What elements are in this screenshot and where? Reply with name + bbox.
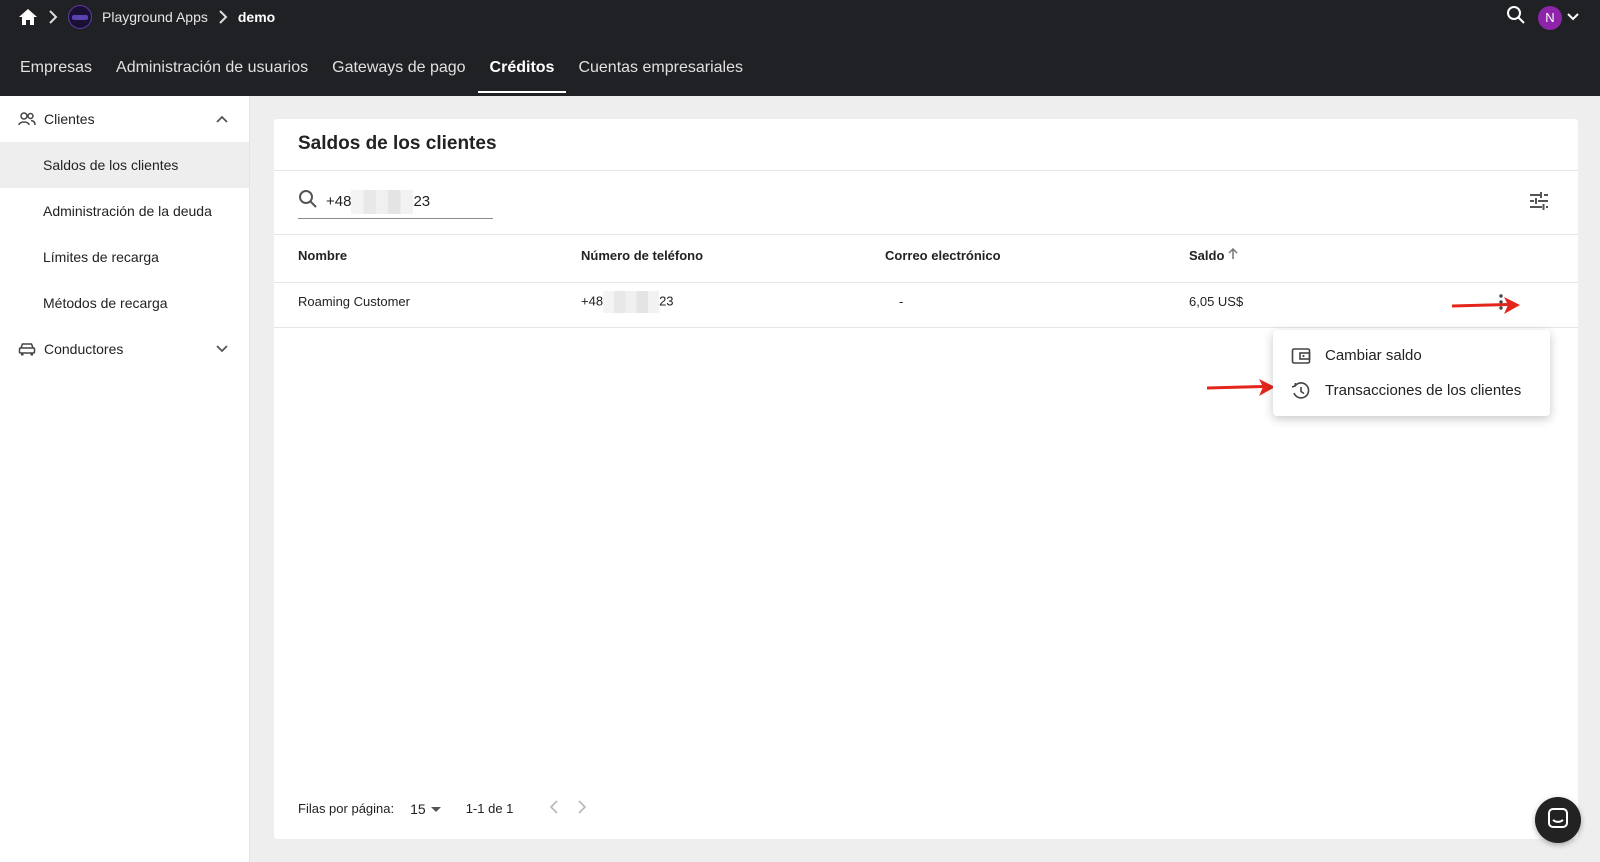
- divider: [274, 234, 1578, 235]
- wallet-icon: [1291, 347, 1313, 365]
- chevron-up-icon: [215, 111, 229, 127]
- redacted-digits: [351, 189, 414, 214]
- menu-item-transacciones[interactable]: Transacciones de los clientes: [1273, 373, 1550, 408]
- page-navigation: [549, 800, 587, 817]
- avatar[interactable]: N: [1538, 5, 1562, 30]
- phone-prefix: +48: [581, 293, 604, 309]
- sidebar-group-label: Clientes: [44, 111, 95, 127]
- header-label: Número de teléfono: [581, 248, 704, 263]
- chevron-right-icon: [48, 10, 58, 24]
- people-icon: [18, 112, 38, 126]
- chat-icon: [1547, 807, 1569, 834]
- row-actions-menu: Cambiar saldo Transacciones de los clien…: [1273, 330, 1550, 416]
- app-logo: [68, 5, 92, 29]
- balances-card: Saldos de los clientes +48 23 Nombre Núm…: [274, 119, 1578, 839]
- search-icon: [298, 189, 318, 214]
- page-title: Saldos de los clientes: [298, 133, 497, 154]
- sidebar-item-deuda[interactable]: Administración de la deuda: [0, 188, 249, 234]
- menu-item-label: Cambiar saldo: [1325, 347, 1422, 364]
- rows-per-page-select[interactable]: 15: [410, 801, 442, 817]
- search-value-prefix[interactable]: +48: [326, 193, 351, 210]
- column-header-email[interactable]: Correo electrónico: [885, 248, 1001, 263]
- breadcrumb-org[interactable]: Playground Apps: [102, 9, 208, 25]
- column-header-balance[interactable]: Saldo: [1189, 247, 1239, 263]
- header-label: Correo electrónico: [885, 248, 1001, 263]
- rows-per-page-label: Filas por página:: [298, 801, 395, 816]
- filter-settings-icon[interactable]: [1528, 191, 1550, 216]
- tab-cuentas-empresariales[interactable]: Cuentas empresariales: [566, 46, 755, 90]
- tab-creditos[interactable]: Créditos: [477, 46, 567, 93]
- annotation-arrow-icon: [1451, 297, 1520, 314]
- sidebar-item-saldos[interactable]: Saldos de los clientes: [0, 142, 249, 188]
- sidebar-group-clientes[interactable]: Clientes: [0, 96, 249, 142]
- home-icon[interactable]: [18, 8, 38, 26]
- header-label: Saldo: [1189, 248, 1225, 263]
- prev-page-icon[interactable]: [549, 800, 559, 817]
- top-right-actions: N: [1506, 5, 1580, 30]
- chevron-right-icon: [218, 10, 228, 24]
- sort-arrow-up-icon[interactable]: [1227, 247, 1239, 263]
- cell-balance: 6,05 US$: [1189, 294, 1244, 309]
- header-label: Nombre: [298, 248, 348, 263]
- column-header-phone[interactable]: Número de teléfono: [581, 248, 703, 263]
- page-range: 1-1 de 1: [465, 801, 514, 816]
- cell-email: -: [899, 294, 904, 309]
- rows-per-page-value: 15: [410, 800, 426, 817]
- column-header-name[interactable]: Nombre: [298, 248, 347, 263]
- chevron-down-icon: [215, 341, 229, 357]
- divider: [274, 170, 1578, 171]
- phone-suffix: 23: [659, 293, 674, 309]
- breadcrumb-current[interactable]: demo: [238, 9, 275, 25]
- cell-name[interactable]: Roaming Customer: [298, 294, 410, 309]
- annotation-arrow-icon: [1206, 379, 1275, 396]
- tab-gateways-pago[interactable]: Gateways de pago: [320, 46, 477, 90]
- car-icon: [18, 342, 38, 356]
- menu-item-label: Transacciones de los clientes: [1325, 382, 1522, 399]
- tab-empresas[interactable]: Empresas: [8, 46, 104, 90]
- next-page-icon[interactable]: [577, 800, 587, 817]
- search-field[interactable]: +48 23: [298, 185, 493, 219]
- pagination: Filas por página: 15 1-1 de 1: [298, 800, 587, 817]
- search-icon[interactable]: [1506, 5, 1526, 30]
- top-bar: Playground Apps demo N Empresas Administ…: [0, 0, 1600, 96]
- caret-down-icon: [430, 801, 442, 817]
- sidebar-group-label: Conductores: [44, 341, 124, 357]
- redacted-digits: [603, 291, 660, 313]
- history-icon: [1291, 381, 1313, 401]
- divider: [274, 327, 1578, 328]
- menu-item-cambiar-saldo[interactable]: Cambiar saldo: [1273, 338, 1550, 373]
- cell-phone: +48 23: [581, 291, 674, 313]
- sidebar-item-metodos[interactable]: Métodos de recarga: [0, 280, 249, 326]
- main-nav: Empresas Administración de usuarios Gate…: [8, 46, 755, 96]
- sidebar-item-limites[interactable]: Límites de recarga: [0, 234, 249, 280]
- sidebar: Clientes Saldos de los clientes Administ…: [0, 96, 250, 862]
- tab-administracion-usuarios[interactable]: Administración de usuarios: [104, 46, 320, 90]
- divider: [274, 282, 1578, 283]
- search-value-suffix[interactable]: 23: [413, 193, 430, 210]
- sidebar-group-conductores[interactable]: Conductores: [0, 326, 249, 372]
- chevron-down-icon[interactable]: [1566, 9, 1580, 27]
- breadcrumb: Playground Apps demo: [18, 5, 275, 29]
- chat-launcher-button[interactable]: [1535, 797, 1581, 843]
